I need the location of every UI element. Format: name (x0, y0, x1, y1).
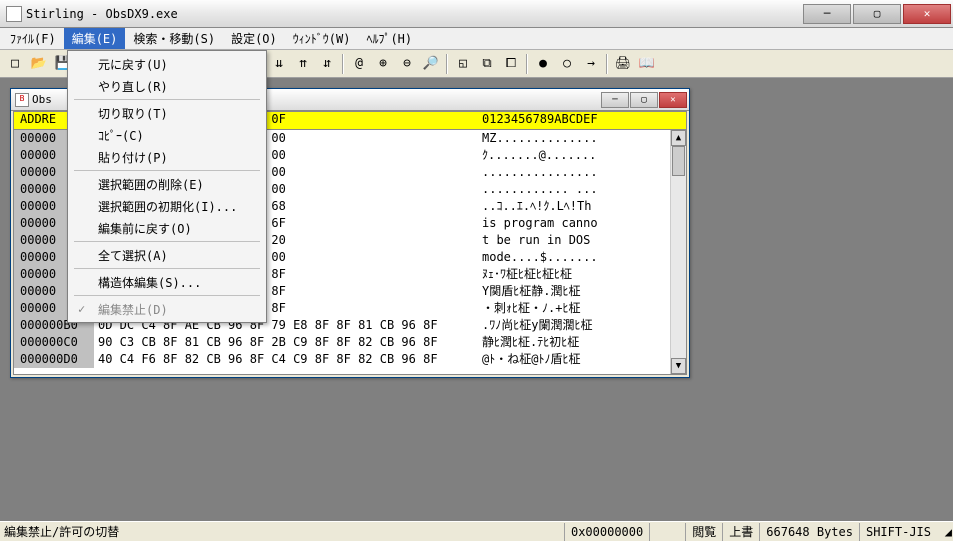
row-ascii[interactable]: t be run in DOS (474, 232, 670, 249)
menu-item[interactable]: 切り取り(T) (70, 102, 264, 124)
status-mode1: 閲覧 (685, 523, 722, 541)
maximize-button[interactable]: ▢ (853, 4, 901, 24)
row-ascii[interactable]: ............ ... (474, 181, 670, 198)
scroll-up-button[interactable]: ▲ (671, 130, 686, 146)
toolbar-button[interactable]: @ (348, 53, 370, 75)
status-size: 667648 Bytes (759, 523, 859, 541)
statusbar: 編集禁止/許可の切替 0x00000000 閲覧 上書 667648 Bytes… (0, 521, 953, 541)
menu-item[interactable]: 全て選択(A) (70, 244, 264, 266)
menu-settings[interactable]: 設定(O) (223, 28, 285, 49)
toolbar-separator (446, 54, 448, 74)
row-address: 000000D0 (14, 351, 94, 368)
toolbar-separator (606, 54, 608, 74)
check-icon: ✓ (78, 302, 85, 316)
main-titlebar: Stirling - ObsDX9.exe ─ ▢ ✕ (0, 0, 953, 28)
menu-item[interactable]: 編集前に戻す(O) (70, 217, 264, 239)
status-encoding: SHIFT-JIS (859, 523, 937, 541)
minimize-button[interactable]: ─ (803, 4, 851, 24)
edit-dropdown-menu: 元に戻す(U)やり直し(R) 切り取り(T)ｺﾋﾟｰ(C)貼り付け(P) 選択範囲の… (67, 50, 267, 323)
row-ascii[interactable]: @ﾄ・ね柾@ﾄﾉ盾ﾋ柾 (474, 351, 670, 368)
close-button[interactable]: ✕ (903, 4, 951, 24)
hex-row[interactable]: 000000D040 C4 F6 8F 82 CB 96 8F C4 C9 8F… (14, 351, 670, 368)
row-ascii[interactable]: mode....$....... (474, 249, 670, 266)
toolbar-button[interactable]: ⊕ (372, 53, 394, 75)
window-title: Stirling - ObsDX9.exe (26, 7, 803, 21)
row-hex[interactable]: 40 C4 F6 8F 82 CB 96 8F C4 C9 8F 8F 82 C… (94, 351, 474, 368)
menu-item[interactable]: 選択範囲の削除(E) (70, 173, 264, 195)
row-ascii[interactable]: ................ (474, 164, 670, 181)
menu-search[interactable]: 検索・移動(S) (125, 28, 223, 49)
row-ascii[interactable]: MZ.............. (474, 130, 670, 147)
menu-item[interactable]: ｺﾋﾟｰ(C) (70, 124, 264, 146)
row-address: 000000C0 (14, 334, 94, 351)
menu-item[interactable]: 構造体編集(S)... (70, 271, 264, 293)
toolbar-button[interactable]: □ (4, 53, 26, 75)
row-ascii[interactable]: 静ﾋ潤ﾋ柾.ﾃﾋ初ﾋ柾 (474, 334, 670, 351)
menu-help[interactable]: ﾍﾙﾌﾟ(H) (358, 28, 420, 49)
status-message: 編集禁止/許可の切替 (0, 523, 564, 540)
menu-separator (74, 241, 260, 242)
status-offset: 0x00000000 (564, 523, 649, 541)
toolbar-button[interactable]: ○ (556, 53, 578, 75)
status-mode2: 上書 (722, 523, 759, 541)
menu-item[interactable]: 選択範囲の初期化(I)... (70, 195, 264, 217)
toolbar-button[interactable]: 🔎 (420, 53, 442, 75)
menu-file[interactable]: ﾌｧｲﾙ(F) (2, 28, 64, 49)
menu-separator (74, 170, 260, 171)
toolbar-button[interactable]: 🖨 (612, 53, 634, 75)
menu-separator (74, 295, 260, 296)
toolbar-button[interactable]: ● (532, 53, 554, 75)
row-ascii[interactable]: .ﾜﾉ尚ﾋ柾y闌潤濶ﾋ柾 (474, 317, 670, 334)
row-ascii[interactable]: ..ｺ..ｴ.ﾍ!ｸ.Lﾍ!Th (474, 198, 670, 215)
row-ascii[interactable]: Y関盾ﾋ柾静.潤ﾋ柾 (474, 283, 670, 300)
toolbar-button[interactable]: ⧠ (500, 53, 522, 75)
menu-item[interactable]: 元に戻す(U) (70, 53, 264, 75)
header-ascii: 0123456789ABCDEF (474, 112, 686, 129)
row-hex[interactable]: 90 C3 CB 8F 81 CB 96 8F 2B C9 8F 8F 82 C… (94, 334, 474, 351)
menu-separator (74, 99, 260, 100)
row-ascii[interactable]: ﾇｪ･ﾜ柾ﾋ柾ﾋ柾ﾋ柾 (474, 266, 670, 283)
menu-item[interactable]: やり直し(R) (70, 75, 264, 97)
toolbar-button[interactable]: ⇊ (268, 53, 290, 75)
child-icon: B (15, 93, 29, 107)
scroll-thumb[interactable] (672, 146, 685, 176)
menu-separator (74, 268, 260, 269)
toolbar-button[interactable]: ⇈ (292, 53, 314, 75)
toolbar-button[interactable]: ⊖ (396, 53, 418, 75)
resize-grip[interactable]: ◢ (937, 524, 953, 540)
toolbar-button[interactable]: → (580, 53, 602, 75)
child-maximize-button[interactable]: ▢ (630, 92, 658, 108)
toolbar-button[interactable]: ⧉ (476, 53, 498, 75)
menubar: ﾌｧｲﾙ(F) 編集(E) 検索・移動(S) 設定(O) ｳｨﾝﾄﾞｳ(W) ﾍ… (0, 28, 953, 50)
row-ascii[interactable]: ｸ.......@....... (474, 147, 670, 164)
menu-edit[interactable]: 編集(E) (64, 28, 126, 49)
toolbar-button[interactable]: ◱ (452, 53, 474, 75)
vertical-scrollbar[interactable]: ▲ ▼ (670, 130, 686, 374)
menu-item: 編集禁止(D)✓ (70, 298, 264, 320)
toolbar-separator (526, 54, 528, 74)
hex-row[interactable]: 000000C090 C3 CB 8F 81 CB 96 8F 2B C9 8F… (14, 334, 670, 351)
child-minimize-button[interactable]: ─ (601, 92, 629, 108)
row-ascii[interactable]: is program canno (474, 215, 670, 232)
toolbar-button[interactable]: ⇵ (316, 53, 338, 75)
scroll-down-button[interactable]: ▼ (671, 358, 686, 374)
toolbar-button[interactable]: 📂 (28, 53, 50, 75)
row-ascii[interactable]: ・刺ｫﾋ柾・ﾉ.+ﾋ柾 (474, 300, 670, 317)
menu-window[interactable]: ｳｨﾝﾄﾞｳ(W) (285, 28, 359, 49)
toolbar-separator (342, 54, 344, 74)
menu-item[interactable]: 貼り付け(P) (70, 146, 264, 168)
toolbar-button[interactable]: 📖 (636, 53, 658, 75)
app-icon (6, 6, 22, 22)
child-close-button[interactable]: ✕ (659, 92, 687, 108)
